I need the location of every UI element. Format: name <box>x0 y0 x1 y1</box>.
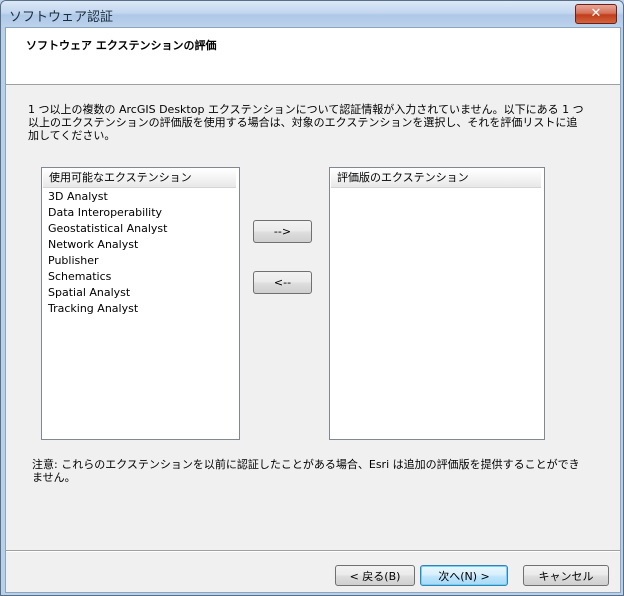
list-item[interactable]: 3D Analyst <box>48 189 239 205</box>
evaluation-extensions-list[interactable]: 評価版のエクステンション <box>329 167 545 440</box>
next-button[interactable]: 次へ(N) > <box>420 565 508 586</box>
description-text: 1 つ以上の複数の ArcGIS Desktop エクステンションについて認証情… <box>28 103 584 142</box>
cancel-button[interactable]: キャンセル <box>523 565 609 586</box>
wizard-header: ソフトウェア エクステンションの評価 <box>6 28 620 85</box>
dialog-client-area: ソフトウェア エクステンションの評価 1 つ以上の複数の ArcGIS Desk… <box>5 27 621 593</box>
close-button[interactable]: ✕ <box>575 4 617 24</box>
footer-divider-highlight <box>6 551 620 552</box>
list-item[interactable]: Data Interoperability <box>48 205 239 221</box>
page-title: ソフトウェア エクステンションの評価 <box>26 39 217 52</box>
list-item[interactable]: Schematics <box>48 269 239 285</box>
list-item[interactable]: Geostatistical Analyst <box>48 221 239 237</box>
back-button[interactable]: < 戻る(B) <box>335 565 415 586</box>
evaluation-extensions-header[interactable]: 評価版のエクステンション <box>331 169 541 188</box>
remove-from-evaluation-button[interactable]: <-- <box>253 271 312 294</box>
list-item[interactable]: Publisher <box>48 253 239 269</box>
available-extensions-header[interactable]: 使用可能なエクステンション <box>43 169 236 188</box>
note-text: 注意: これらのエクステンションを以前に認証したことがある場合、Esri は追加… <box>32 458 580 484</box>
window-title: ソフトウェア認証 <box>9 10 114 25</box>
evaluation-extensions-items <box>330 188 544 189</box>
list-item[interactable]: Tracking Analyst <box>48 301 239 317</box>
title-bar[interactable]: ソフトウェア認証 ✕ <box>1 1 623 27</box>
available-extensions-list[interactable]: 使用可能なエクステンション 3D Analyst Data Interopera… <box>41 167 240 440</box>
list-item[interactable]: Network Analyst <box>48 237 239 253</box>
add-to-evaluation-button[interactable]: --> <box>253 220 312 243</box>
dialog-window: ソフトウェア認証 ✕ ソフトウェア エクステンションの評価 1 つ以上の複数の … <box>0 0 624 596</box>
available-extensions-items: 3D Analyst Data Interoperability Geostat… <box>42 188 239 317</box>
close-icon: ✕ <box>590 6 602 21</box>
list-item[interactable]: Spatial Analyst <box>48 285 239 301</box>
